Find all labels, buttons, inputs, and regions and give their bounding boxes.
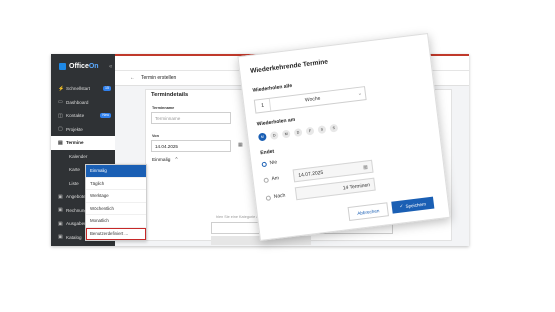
chevron-up-icon: ⌃ bbox=[174, 158, 179, 163]
repeat-select-value: Einmalig bbox=[152, 158, 171, 163]
weekday-selector: M D M D F S S bbox=[257, 123, 339, 142]
catalog-icon: ▣ bbox=[58, 234, 63, 241]
app-logo: OfficeOn bbox=[59, 63, 99, 70]
end-date-value: 14.07.2025 bbox=[297, 169, 324, 179]
expenses-icon: ▣ bbox=[58, 220, 63, 227]
day-thursday[interactable]: D bbox=[293, 128, 303, 138]
sidebar-item-termine[interactable]: ▤ Termine bbox=[51, 136, 115, 150]
sidebar-item-label: Karte bbox=[69, 167, 80, 173]
sidebar-item-label: Termine bbox=[66, 140, 84, 146]
calendar-icon[interactable]: ▦ bbox=[238, 142, 243, 148]
new-badge: Neu bbox=[100, 113, 111, 118]
option-benutzerdefiniert[interactable]: Benutzerdefiniert ... bbox=[86, 227, 146, 240]
unit-value: Woche bbox=[304, 95, 321, 104]
radio-selected[interactable] bbox=[261, 161, 267, 167]
sidebar-item-schnellstart[interactable]: ⚡ Schnellstart 15 bbox=[51, 82, 115, 96]
chevron-down-icon: ⌄ bbox=[357, 90, 363, 97]
sidebar-item-label: Liste bbox=[69, 180, 79, 186]
sidebar-item-label: Dashboard bbox=[66, 99, 89, 105]
sidebar-item-label: Kontakte bbox=[66, 113, 85, 119]
sidebar-item-label: Schnellstart bbox=[66, 86, 91, 92]
logo-text: Office bbox=[69, 63, 89, 70]
day-sunday[interactable]: S bbox=[329, 123, 339, 133]
end-on-option[interactable]: Am bbox=[263, 175, 279, 183]
logo-icon bbox=[59, 63, 66, 70]
appointment-name-input[interactable]: Terminname bbox=[151, 112, 231, 124]
save-button-label: Speichern bbox=[405, 201, 427, 209]
calendar-icon: ▤ bbox=[58, 139, 63, 146]
page-title: Termin erstellen bbox=[141, 75, 177, 81]
sidebar-item-projekte[interactable]: ▢ Projekte bbox=[51, 123, 115, 137]
sidebar-item-label: Katalog bbox=[66, 234, 82, 240]
option-taeglich[interactable]: Täglich bbox=[86, 178, 146, 190]
sidebar-item-label: Ausgaben bbox=[66, 221, 87, 227]
radio-unselected[interactable] bbox=[265, 194, 272, 201]
folder-icon: ▢ bbox=[58, 126, 63, 133]
dashboard-icon: ▭ bbox=[58, 99, 63, 106]
day-saturday[interactable]: S bbox=[317, 125, 327, 135]
collapse-sidebar-icon[interactable]: « bbox=[109, 64, 112, 70]
dialog-title: Wiederkehrende Termine bbox=[249, 58, 329, 75]
repeat-dropdown-menu: Einmalig Täglich Werktage Wöchentlich Mo… bbox=[85, 164, 147, 241]
end-after-label: Nach bbox=[273, 192, 286, 200]
end-after-option[interactable]: Nach bbox=[265, 192, 286, 201]
option-einmalig[interactable]: Einmalig bbox=[86, 165, 146, 178]
appointment-name-label: Terminname bbox=[152, 106, 175, 110]
recurring-appointment-dialog: Wiederkehrende Termine Wiederholen alle … bbox=[237, 32, 451, 242]
day-friday[interactable]: F bbox=[305, 126, 315, 136]
logo-text-accent: On bbox=[88, 63, 99, 70]
end-on-label: Am bbox=[271, 175, 280, 183]
start-date-input[interactable]: 14.04.2025 bbox=[151, 140, 231, 152]
radio-unselected[interactable] bbox=[263, 177, 269, 183]
sidebar-item-kontakte[interactable]: ◫ Kontakte Neu bbox=[51, 109, 115, 123]
sidebar-item-label: Kalender bbox=[69, 153, 88, 159]
sidebar-item-dashboard[interactable]: ▭ Dashboard bbox=[51, 96, 115, 110]
repeat-on-label: Wiederholen am bbox=[256, 116, 296, 128]
end-never-option[interactable]: Nie bbox=[261, 159, 277, 167]
repeat-select[interactable]: Einmalig ⌃ bbox=[152, 158, 178, 163]
sidebar-item-kalender[interactable]: Kalender bbox=[51, 150, 115, 164]
contacts-icon: ◫ bbox=[58, 112, 63, 119]
count-badge: 15 bbox=[103, 86, 111, 91]
option-woechentlich[interactable]: Wöchentlich bbox=[86, 203, 146, 215]
option-werktage[interactable]: Werktage bbox=[86, 190, 146, 203]
lightning-icon: ⚡ bbox=[58, 85, 65, 92]
end-never-label: Nie bbox=[269, 159, 278, 167]
back-arrow-icon[interactable]: ← bbox=[130, 75, 135, 81]
day-monday[interactable]: M bbox=[257, 132, 267, 142]
calendar-icon: ▦ bbox=[362, 163, 369, 171]
start-date-label: Von bbox=[152, 134, 159, 138]
ends-label: Endet bbox=[259, 148, 275, 157]
sidebar-item-label: Angebote bbox=[66, 194, 86, 200]
interval-input[interactable]: 1 bbox=[254, 98, 272, 113]
option-monatlich[interactable]: Monatlich bbox=[86, 215, 146, 228]
repeat-every-label: Wiederholen alle bbox=[252, 82, 293, 94]
day-wednesday[interactable]: M bbox=[281, 129, 291, 139]
check-icon: ✓ bbox=[399, 203, 404, 209]
day-tuesday[interactable]: D bbox=[269, 131, 279, 140]
document-icon: ▣ bbox=[58, 193, 63, 200]
occurrence-count-input[interactable]: 14 Terminen bbox=[294, 177, 376, 201]
section-title: Termindetails bbox=[151, 92, 189, 98]
invoice-icon: ▣ bbox=[58, 207, 63, 214]
save-button[interactable]: ✓ Speichern bbox=[391, 196, 435, 214]
sidebar-item-label: Projekte bbox=[66, 126, 83, 132]
cancel-button[interactable]: Abbrechen bbox=[347, 202, 389, 221]
